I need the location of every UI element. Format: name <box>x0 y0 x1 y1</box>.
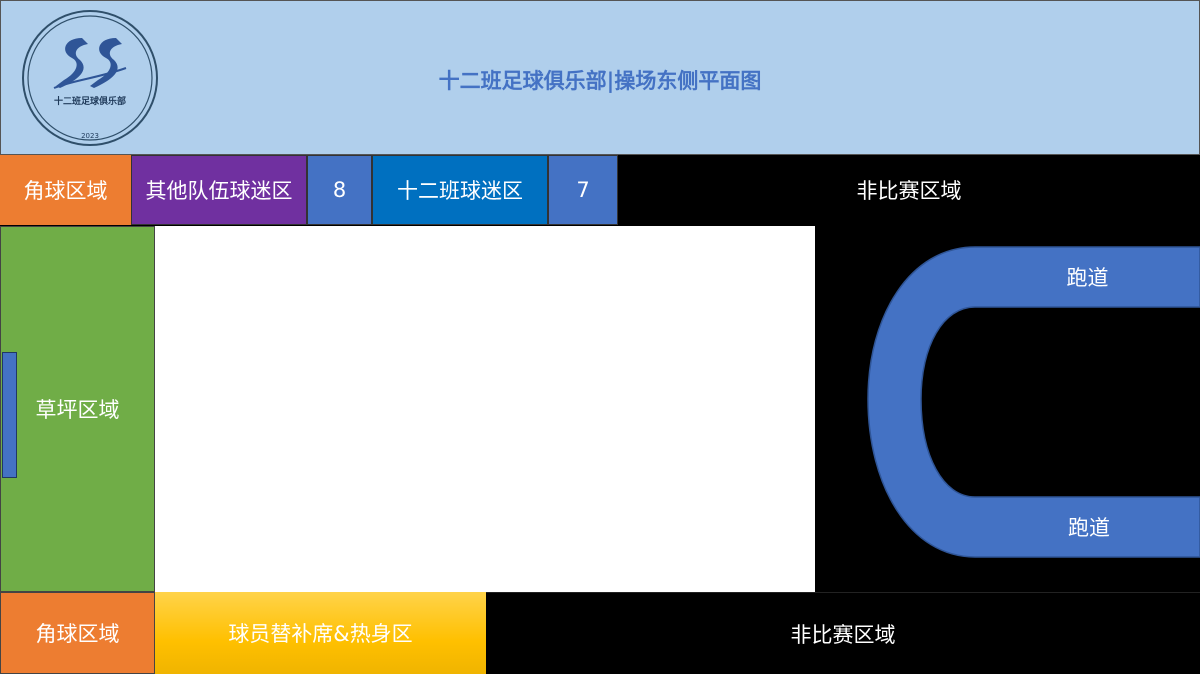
corner-zone-top: 角球区域 <box>0 155 131 225</box>
track-label-bottom: 跑道 <box>1068 516 1110 540</box>
section-badge-7: 7 <box>548 155 618 225</box>
logo-club-name: 十二班足球俱乐部 <box>53 97 126 107</box>
section-badge-8: 8 <box>307 155 372 225</box>
bench-warmup-zone: 球员替补席&热身区 <box>155 592 486 674</box>
grass-zone: 草坪区域 <box>0 226 155 592</box>
non-match-zone-top: 非比赛区域 <box>618 155 1200 225</box>
other-teams-fan-zone: 其他队伍球迷区 <box>131 155 307 225</box>
track-label-top: 跑道 <box>1066 266 1109 290</box>
page-title: 十二班足球俱乐部|操场东侧平面图 <box>438 69 762 93</box>
club-logo-icon <box>22 10 158 146</box>
logo-year: 2023 <box>81 132 99 140</box>
goal-marker <box>2 352 17 478</box>
pitch-area <box>155 226 815 592</box>
class-12-fan-zone: 十二班球迷区 <box>372 155 548 225</box>
corner-zone-bottom: 角球区域 <box>0 592 155 674</box>
non-match-zone-bottom: 非比赛区域 <box>486 592 1200 674</box>
club-logo: 十二班足球俱乐部 2023 <box>20 8 160 148</box>
